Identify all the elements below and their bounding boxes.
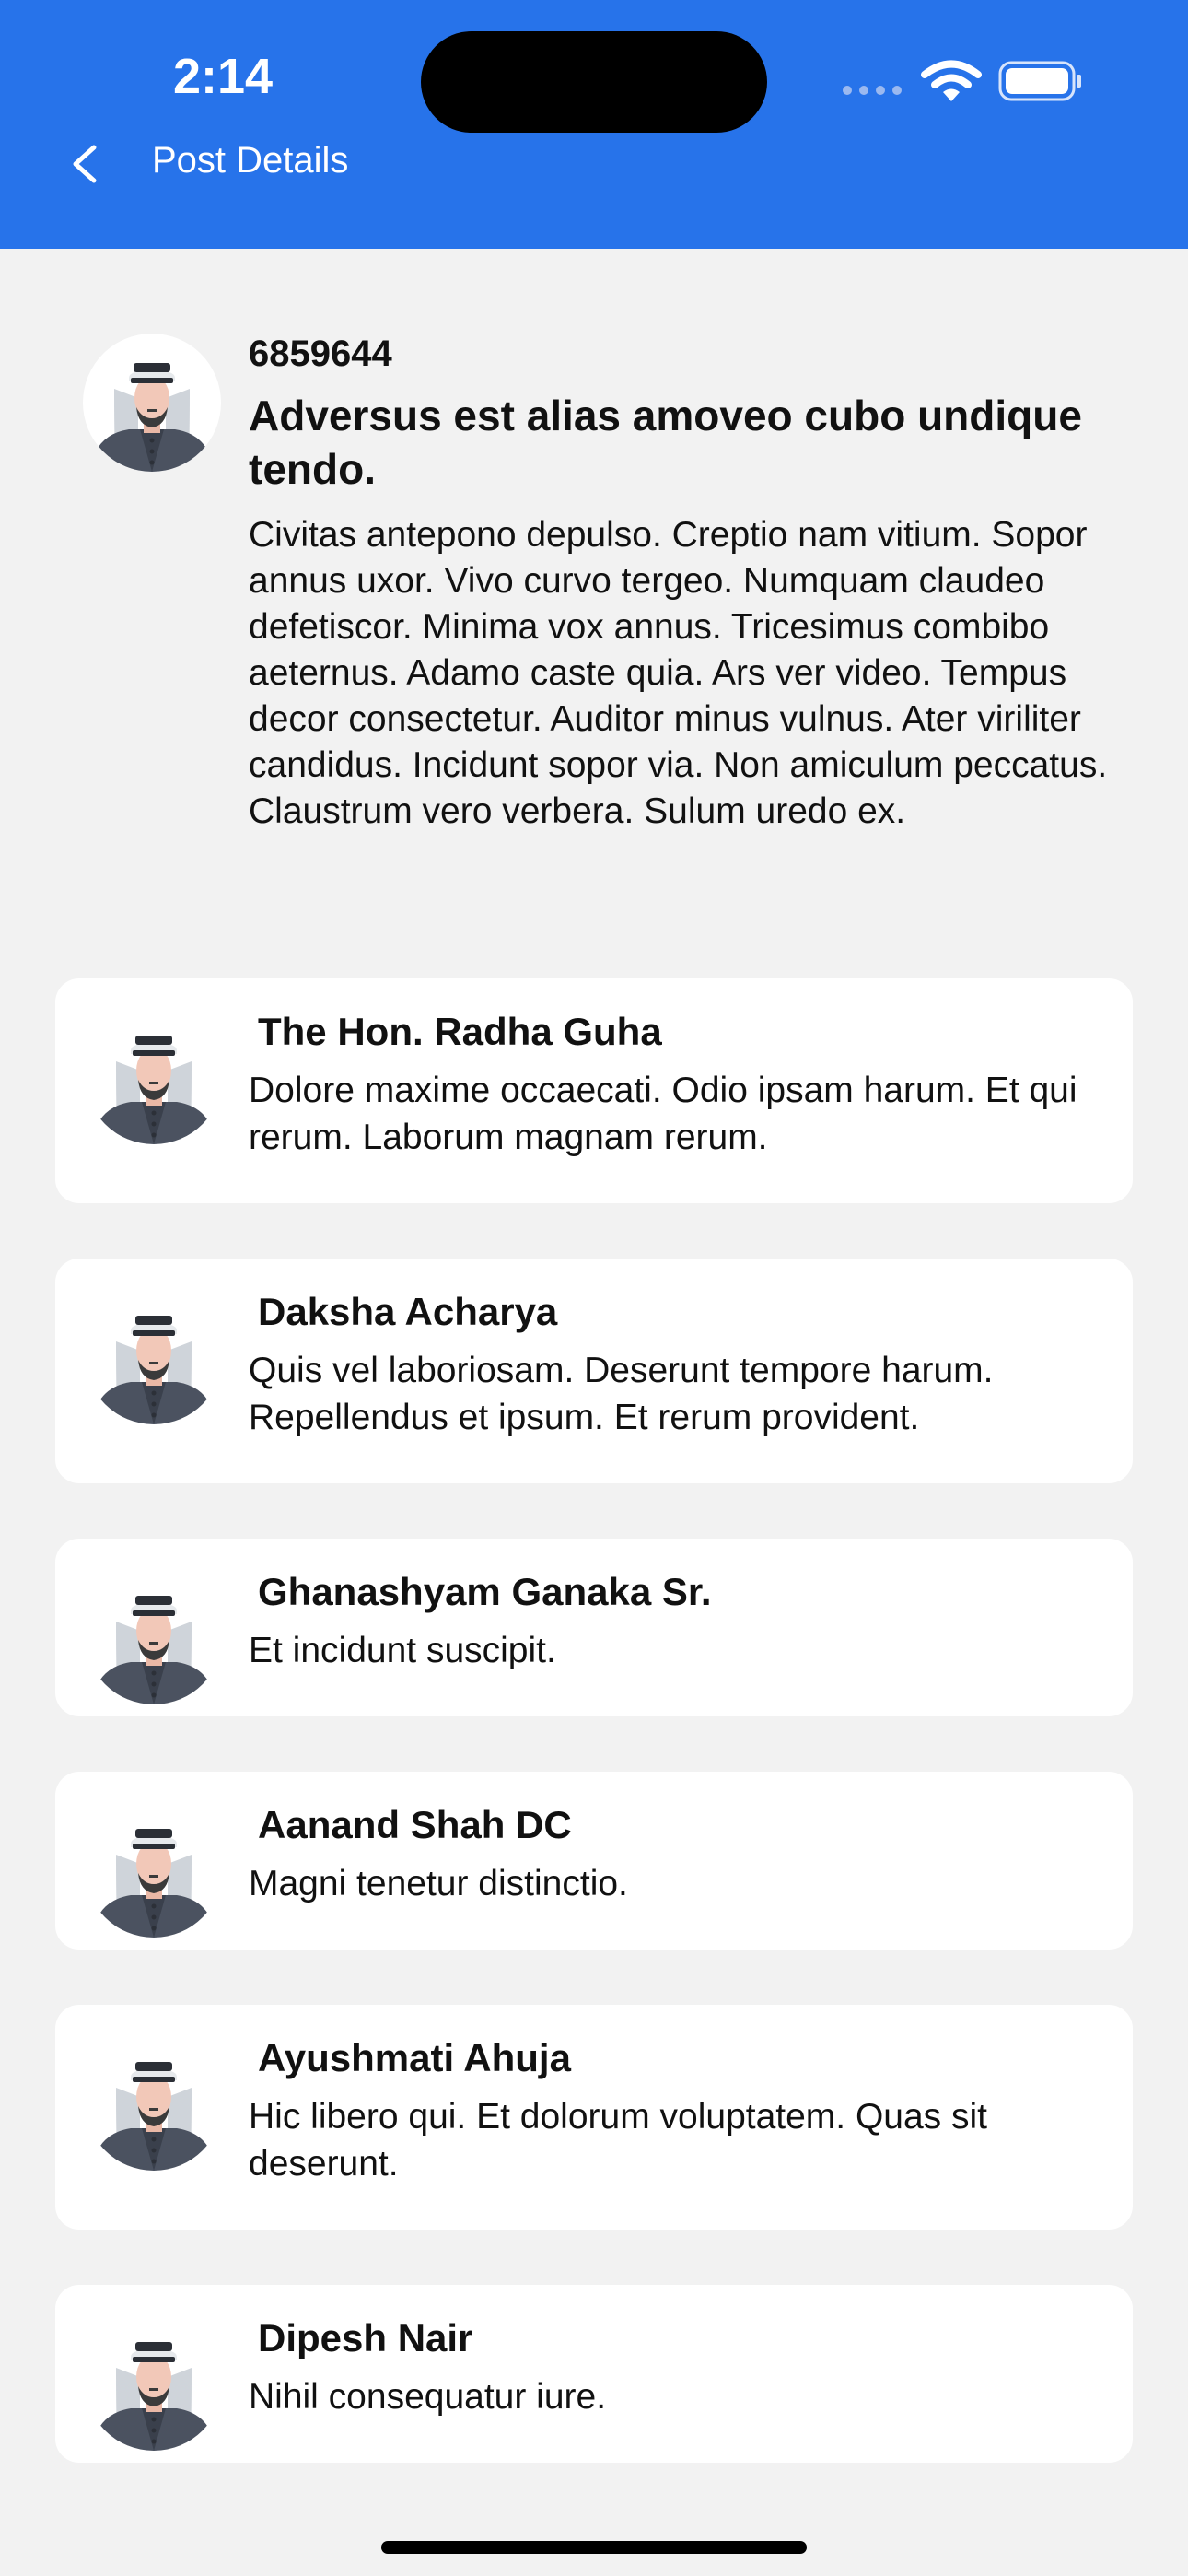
battery-icon — [998, 61, 1081, 101]
comment-text: Nihil consequatur iure. — [249, 2377, 607, 2417]
commenter-name: Ghanashyam Ganaka Sr. — [258, 1570, 712, 1613]
comment-card[interactable]: The Hon. Radha Guha Dolore maxime occaec… — [55, 978, 1133, 1203]
post-id: 6859644 — [249, 334, 392, 374]
commenter-avatar — [85, 1286, 223, 1424]
comment-text: Dolore maxime occaecati. Odio ipsam haru… — [249, 1071, 1077, 1157]
comment-list: The Hon. Radha Guha Dolore maxime occaec… — [55, 978, 1133, 2518]
post-body: Civitas antepono depulso. Creptio nam vi… — [249, 515, 1108, 831]
page-title: Post Details — [152, 140, 349, 181]
comment-card[interactable]: Ghanashyam Ganaka Sr. Et incidunt suscip… — [55, 1539, 1133, 1716]
commenter-name: Aanand Shah DC — [258, 1803, 572, 1846]
back-chevron-icon[interactable] — [63, 136, 109, 192]
commenter-name: Daksha Acharya — [258, 1290, 558, 1333]
commenter-avatar — [85, 1006, 223, 1144]
wifi-icon — [921, 60, 982, 101]
comment-card[interactable]: Aanand Shah DC Magni tenetur distinctio. — [55, 1772, 1133, 1950]
comment-card[interactable]: Dipesh Nair Nihil consequatur iure. — [55, 2285, 1133, 2463]
comment-text: Quis vel laboriosam. Deserunt tempore ha… — [249, 1351, 994, 1437]
status-time: 2:14 — [173, 49, 274, 104]
app-header: 2:14 Post Details — [0, 0, 1188, 249]
commenter-name: Dipesh Nair — [258, 2316, 473, 2359]
commenter-avatar — [85, 1566, 223, 1704]
comment-card[interactable]: Ayushmati Ahuja Hic libero qui. Et dolor… — [55, 2005, 1133, 2230]
commenter-name: Ayushmati Ahuja — [258, 2036, 571, 2079]
commenter-name: The Hon. Radha Guha — [258, 1010, 662, 1053]
comment-card[interactable]: Daksha Acharya Quis vel laboriosam. Dese… — [55, 1259, 1133, 1483]
commenter-avatar — [85, 2313, 223, 2451]
comment-text: Magni tenetur distinctio. — [249, 1864, 628, 1903]
dynamic-island — [421, 31, 767, 133]
home-indicator[interactable] — [381, 2541, 807, 2554]
comment-text: Hic libero qui. Et dolorum voluptatem. Q… — [249, 2097, 988, 2184]
author-avatar — [83, 334, 221, 472]
commenter-avatar — [85, 1799, 223, 1938]
commenter-avatar — [85, 2032, 223, 2171]
comment-text: Et incidunt suscipit. — [249, 1631, 556, 1670]
cellular-signal-icon — [843, 86, 902, 95]
post-title: Adversus est alias amoveo cubo undique t… — [249, 392, 1082, 493]
